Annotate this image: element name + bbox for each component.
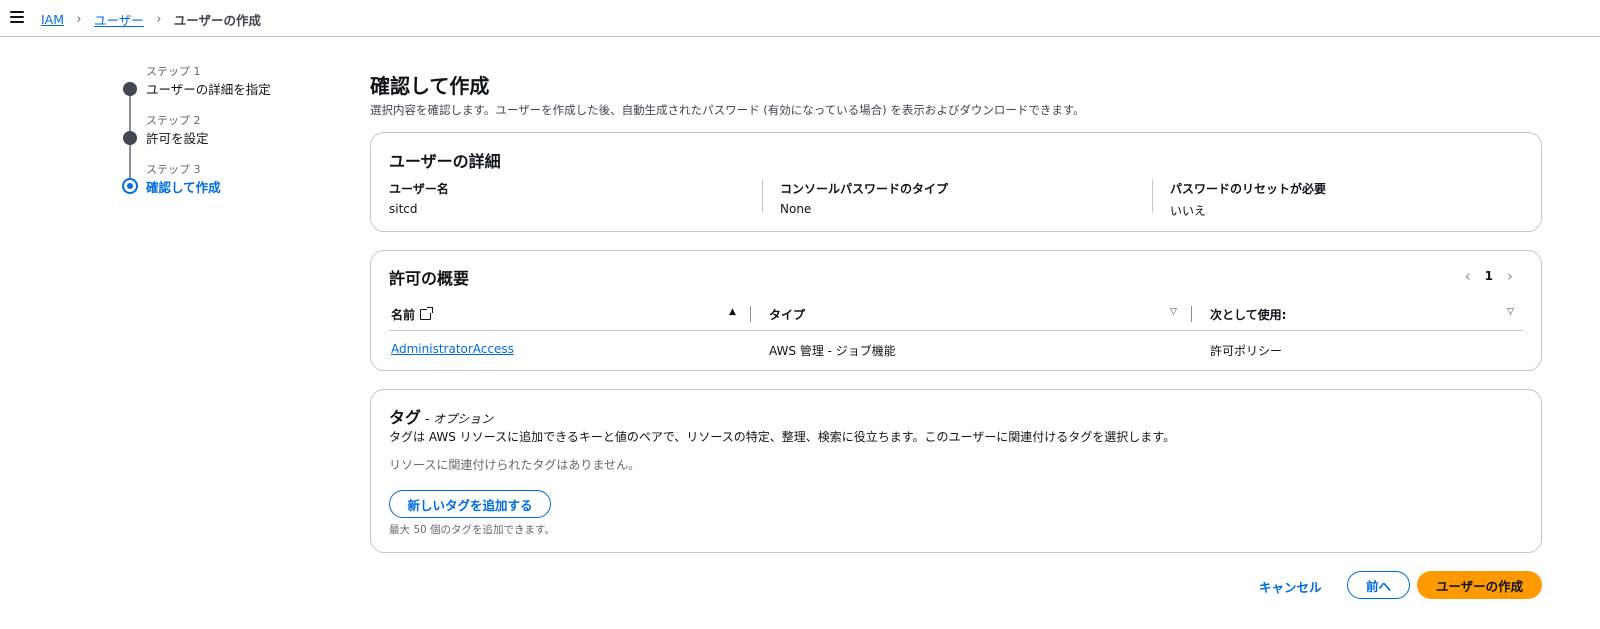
chevron-left-icon[interactable]: ‹ — [1459, 267, 1477, 285]
step-active-icon — [122, 178, 138, 194]
chevron-right-icon[interactable]: › — [1501, 267, 1519, 285]
column-resizer[interactable] — [1191, 306, 1192, 322]
tags-title-text: タグ — [389, 408, 422, 427]
step-title[interactable]: ユーザーの詳細を指定 — [146, 79, 271, 98]
step-complete-icon — [123, 131, 137, 145]
column-divider — [1152, 179, 1153, 213]
tags-title: タグ - オプション — [389, 404, 493, 428]
tags-card: タグ - オプション タグは AWS リソースに追加できるキーと値のペアで、リソー… — [370, 389, 1542, 553]
column-divider — [762, 179, 763, 213]
column-header-label: 次として使用: — [1210, 308, 1287, 322]
field-label: ユーザー名 — [389, 182, 449, 196]
previous-button[interactable]: 前へ — [1347, 571, 1410, 599]
step-complete-icon — [123, 82, 137, 96]
policy-name-link[interactable]: AdministratorAccess — [391, 342, 514, 356]
field-password-reset: パスワードのリセットが必要 いいえ — [1170, 180, 1326, 219]
cancel-button[interactable]: キャンセル — [1259, 577, 1322, 596]
chevron-right-icon: › — [76, 12, 82, 27]
column-header-label: タイプ — [769, 308, 806, 322]
tags-optional-label: - オプション — [425, 412, 494, 426]
column-header-name[interactable]: 名前 — [391, 306, 434, 323]
chevron-right-icon: › — [156, 12, 162, 27]
breadcrumb: IAM › ユーザー › ユーザーの作成 — [41, 10, 261, 29]
column-header-used-as[interactable]: 次として使用: — [1210, 306, 1286, 323]
step-title: 確認して作成 — [146, 180, 221, 195]
add-new-tag-button[interactable]: 新しいタグを追加する — [389, 490, 551, 518]
wizard-steps: ステップ 1 ユーザーの詳細を指定 ステップ 2 許可を設定 ステップ 3 確認… — [122, 62, 342, 202]
create-user-button[interactable]: ユーザーの作成 — [1417, 571, 1542, 599]
step-number: ステップ 1 — [146, 65, 201, 78]
column-resizer[interactable] — [750, 306, 751, 322]
sort-descending-icon[interactable]: ▽ — [1507, 307, 1514, 317]
step-title[interactable]: 許可を設定 — [146, 128, 209, 147]
tags-empty-message: リソースに関連付けられたタグはありません。 — [389, 458, 641, 472]
sort-ascending-icon[interactable]: ▲ — [729, 307, 736, 317]
field-label: コンソールパスワードのタイプ — [780, 182, 949, 196]
field-username: ユーザー名 sitcd — [389, 180, 449, 216]
page-title: 確認して作成 — [370, 74, 490, 98]
user-details-card: ユーザーの詳細 ユーザー名 sitcd コンソールパスワードのタイプ None … — [370, 132, 1542, 232]
permissions-summary-card: 許可の概要 ‹ 1 › 名前 ▲ タイプ ▽ 次として使用: ▽ Adminis… — [370, 250, 1542, 371]
table-row: AdministratorAccess — [391, 342, 514, 356]
current-page-number[interactable]: 1 — [1485, 269, 1493, 283]
user-details-title: ユーザーの詳細 — [389, 152, 501, 171]
field-console-password-type: コンソールパスワードのタイプ None — [780, 180, 948, 216]
breadcrumb-current: ユーザーの作成 — [173, 13, 262, 28]
sort-descending-icon[interactable]: ▽ — [1170, 307, 1177, 317]
column-header-label: 名前 — [391, 308, 416, 322]
column-header-type[interactable]: タイプ — [769, 306, 805, 323]
tags-limit-hint: 最大 50 個のタグを追加できます。 — [389, 524, 555, 536]
permissions-summary-title: 許可の概要 — [389, 269, 470, 288]
step-number: ステップ 3 — [146, 163, 201, 176]
policy-used-as-cell: 許可ポリシー — [1210, 344, 1283, 358]
external-link-icon — [420, 307, 434, 320]
tags-description: タグは AWS リソースに追加できるキーと値のペアで、リソースの特定、整理、検索… — [389, 430, 1176, 444]
policy-type-cell: AWS 管理 - ジョブ機能 — [769, 344, 896, 358]
field-value: sitcd — [389, 202, 418, 216]
field-label: パスワードのリセットが必要 — [1170, 182, 1327, 196]
table-header-divider — [389, 330, 1523, 331]
breadcrumb-users[interactable]: ユーザー — [94, 10, 144, 29]
pagination: ‹ 1 › — [1459, 267, 1519, 285]
page-description: 選択内容を確認します。ユーザーを作成した後、自動生成されたパスワード (有効にな… — [370, 103, 1085, 117]
field-value: None — [780, 202, 812, 216]
step-number: ステップ 2 — [146, 114, 201, 127]
breadcrumb-iam[interactable]: IAM — [41, 12, 64, 27]
top-navigation-bar: IAM › ユーザー › ユーザーの作成 — [0, 0, 1600, 37]
hamburger-menu-icon[interactable] — [10, 11, 24, 23]
field-value: いいえ — [1170, 204, 1207, 218]
